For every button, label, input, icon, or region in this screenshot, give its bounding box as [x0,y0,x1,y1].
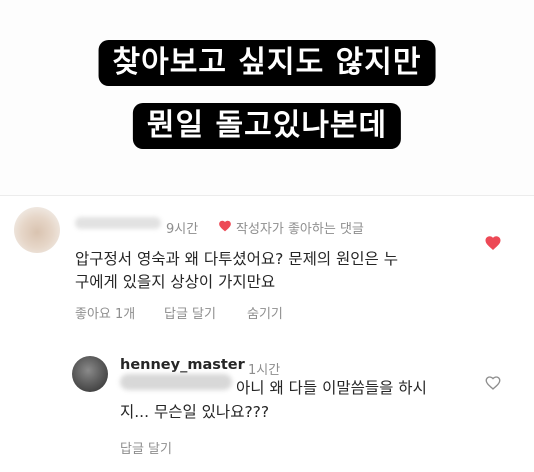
video-caption-area [0,0,534,195]
reply-text-line-1: 아니 왜 다들 이말씀들을 하시 [236,379,427,397]
reply-username[interactable]: henney_master [120,357,245,373]
like-heart-icon[interactable] [484,234,502,252]
caption-line-2: 뭔일 돌고있나본데 [132,103,402,149]
avatar[interactable] [14,207,60,253]
blurred-username[interactable] [75,217,161,229]
divider [0,195,534,196]
comment-time: 9시간 [166,222,199,237]
likes-count-button[interactable]: 좋아요 1개 [75,303,135,322]
reply-text-line-2: 지... 무슨일 있나요??? [120,403,270,421]
creator-liked-heart-icon [219,220,231,232]
blurred-mention[interactable] [120,374,232,390]
comment-text-line-1: 압구정서 영숙과 왜 다투셨어요? 문제의 원인은 누 [75,250,398,268]
caption-line-1: 찾아보고 싶지도 않지만 [98,40,436,86]
reply-button[interactable]: 답글 달기 [164,303,216,322]
comment-text-line-2: 구에게 있을지 상상이 가지만요 [75,273,276,291]
like-heart-outline-icon[interactable] [484,374,502,392]
reply-avatar[interactable] [72,356,108,392]
reply-to-reply-button[interactable]: 답글 달기 [120,438,172,457]
creator-liked-label: 작성자가 좋아하는 댓글 [236,222,364,237]
hide-button[interactable]: 숨기기 [247,303,283,322]
